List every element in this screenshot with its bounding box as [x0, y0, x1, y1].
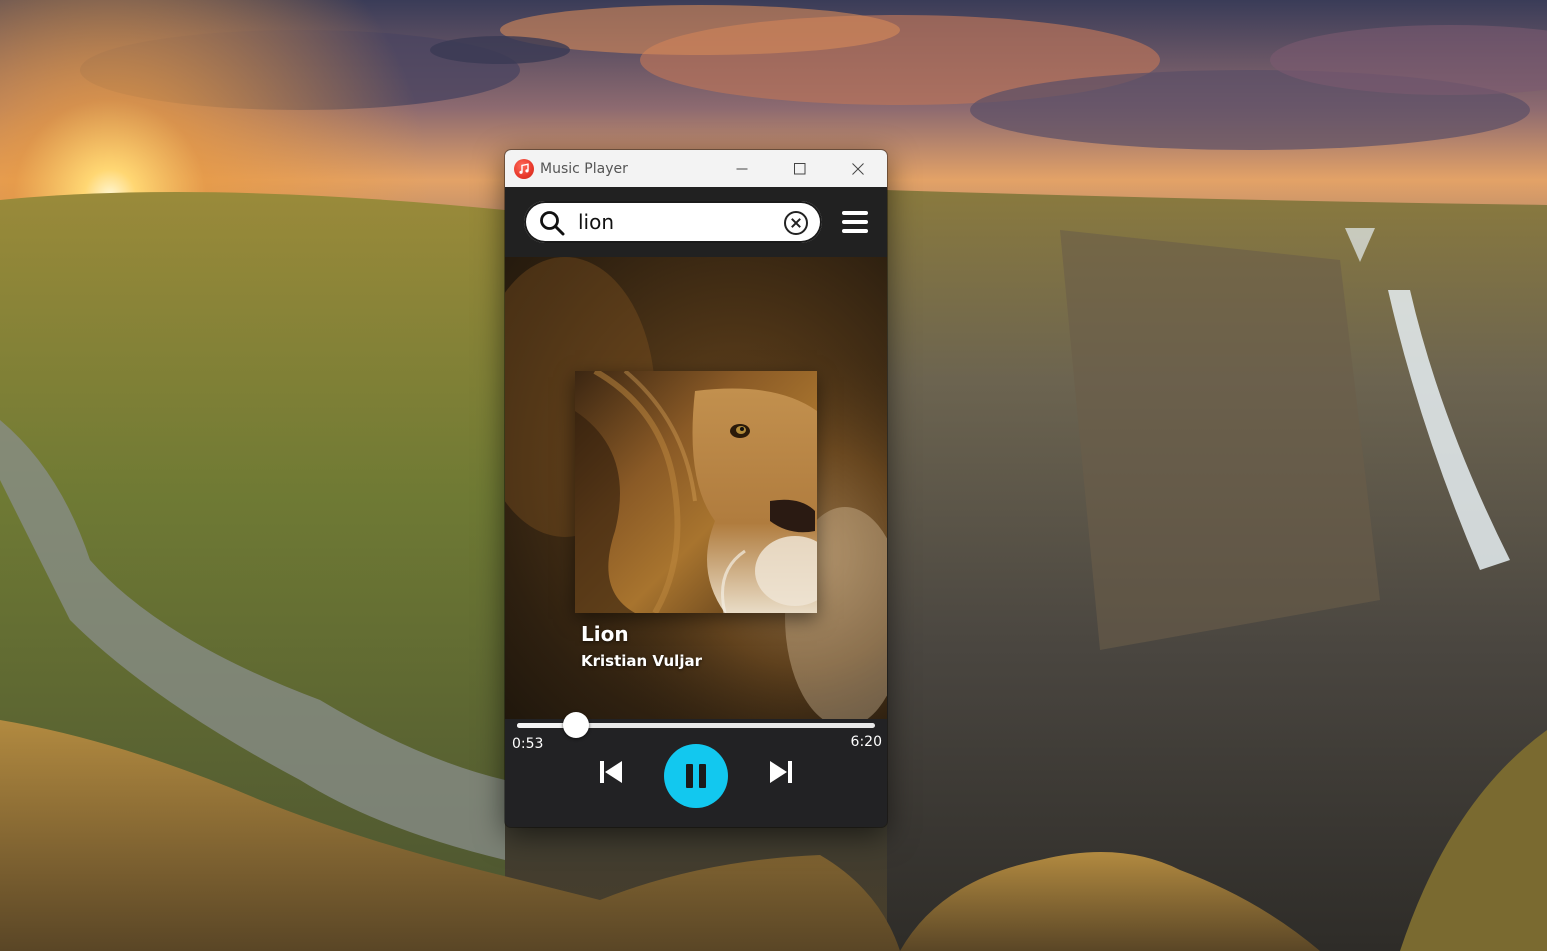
- title-bar[interactable]: Music Player: [505, 150, 887, 187]
- minimize-button[interactable]: [713, 150, 771, 187]
- clear-circle-x-icon[interactable]: [783, 210, 809, 236]
- skip-next-icon: [770, 761, 792, 783]
- progress-thumb[interactable]: [563, 712, 590, 738]
- previous-track-button[interactable]: [597, 758, 625, 786]
- progress-slider[interactable]: [517, 712, 875, 738]
- skip-previous-icon: [600, 761, 622, 783]
- maximize-icon: [794, 162, 806, 174]
- album-cover: [575, 371, 817, 613]
- close-button[interactable]: [829, 150, 887, 187]
- search-field[interactable]: [524, 201, 822, 243]
- now-playing-artwork-area: Lion Kristian Vuljar: [505, 257, 887, 719]
- minimize-icon: [736, 168, 748, 169]
- track-title: Lion: [581, 622, 629, 646]
- hamburger-menu-icon[interactable]: [842, 210, 868, 234]
- next-track-button[interactable]: [767, 758, 795, 786]
- playback-controls: [505, 744, 887, 810]
- pause-icon: [686, 764, 706, 788]
- music-player-window: Music Player lion Lion Kristian Vuljar 0…: [505, 150, 887, 827]
- search-input[interactable]: [578, 208, 778, 236]
- music-note-icon: [514, 158, 534, 179]
- play-pause-button[interactable]: [664, 744, 728, 808]
- lion-album-art-image: [575, 371, 817, 613]
- close-icon: [852, 162, 864, 175]
- maximize-button[interactable]: [771, 150, 829, 187]
- window-title: Music Player: [540, 160, 628, 177]
- search-bar: [505, 187, 887, 257]
- search-icon[interactable]: [539, 210, 565, 236]
- track-artist: Kristian Vuljar: [581, 652, 702, 670]
